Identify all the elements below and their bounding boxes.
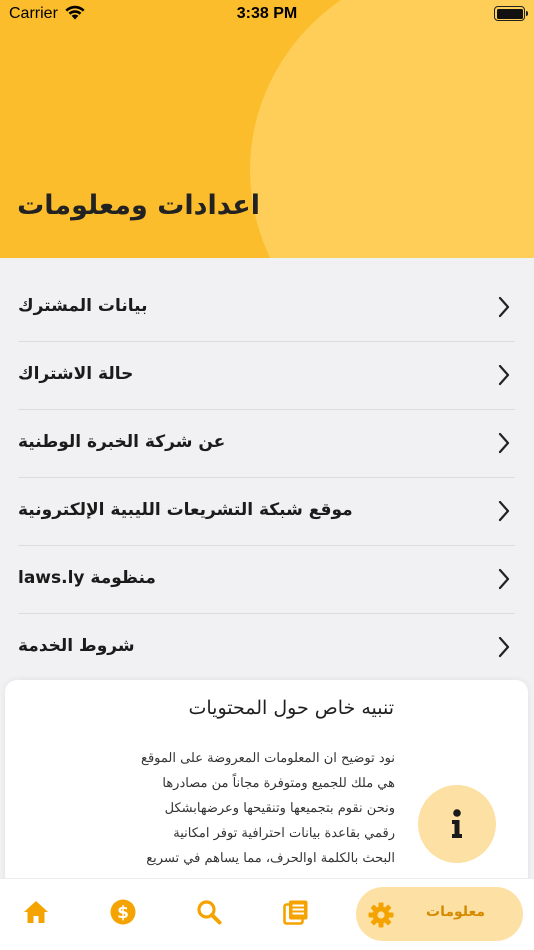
notice-body: نود توضيح ان المعلومات المعروضة على المو…	[141, 751, 395, 866]
tab-search[interactable]	[189, 893, 229, 933]
tab-news[interactable]	[276, 893, 316, 933]
chevron-right-icon	[498, 636, 510, 658]
search-icon	[197, 900, 222, 925]
menu-item-terms-of-service[interactable]: شروط الخدمة	[18, 614, 515, 682]
clock: 3:38 PM	[236, 5, 298, 22]
menu-item-about-company[interactable]: عن شركة الخبرة الوطنية	[18, 410, 515, 478]
menu-item-legislation-website[interactable]: موقع شبكة التشريعات الليبية الإلكترونية	[18, 478, 515, 546]
info-button[interactable]	[418, 785, 496, 863]
menu-item-label: شروط الخدمة	[18, 636, 135, 656]
battery-fill	[496, 8, 523, 19]
menu-item-label: بيانات المشترك	[18, 296, 148, 316]
header: Carrier 3:38 PM اعدادات ومعلومات	[0, 0, 534, 258]
tab-info[interactable]: معلومات	[356, 887, 523, 941]
tab-home[interactable]	[16, 893, 56, 933]
tab-info-label: معلومات	[426, 904, 486, 920]
menu-item-subscription-status[interactable]: حالة الاشتراك	[18, 342, 515, 410]
svg-text:$: $	[117, 903, 129, 923]
status-bar: Carrier 3:38 PM	[0, 0, 534, 30]
menu-item-label: موقع شبكة التشريعات الليبية الإلكترونية	[18, 500, 353, 520]
menu-item-subscriber-data[interactable]: بيانات المشترك	[18, 274, 515, 342]
chevron-right-icon	[498, 500, 510, 522]
gear-icon	[368, 902, 394, 928]
home-icon	[24, 901, 48, 923]
settings-menu: بيانات المشترك حالة الاشتراك عن شركة الخ…	[0, 258, 534, 688]
menu-item-laws-ly-system[interactable]: منظومة laws.ly	[18, 546, 515, 614]
battery-icon	[494, 6, 528, 21]
newspaper-icon	[283, 900, 308, 925]
menu-item-label: منظومة laws.ly	[18, 568, 156, 588]
page-title: اعدادات ومعلومات	[17, 190, 260, 221]
info-icon	[452, 809, 462, 838]
tab-bar: $ معلومات	[0, 878, 534, 950]
notice-title: تنبيه خاص حول المحتويات	[188, 697, 395, 719]
menu-item-label: عن شركة الخبرة الوطنية	[18, 432, 226, 452]
settings-screen: Carrier 3:38 PM اعدادات ومعلومات بيانات …	[0, 0, 534, 950]
chevron-right-icon	[498, 432, 510, 454]
tab-subscription[interactable]: $	[103, 893, 143, 933]
chevron-right-icon	[498, 568, 510, 590]
chevron-right-icon	[498, 296, 510, 318]
chevron-right-icon	[498, 364, 510, 386]
menu-item-label: حالة الاشتراك	[18, 364, 134, 384]
dollar-icon: $	[110, 899, 136, 925]
header-decor-circle	[250, 0, 534, 258]
